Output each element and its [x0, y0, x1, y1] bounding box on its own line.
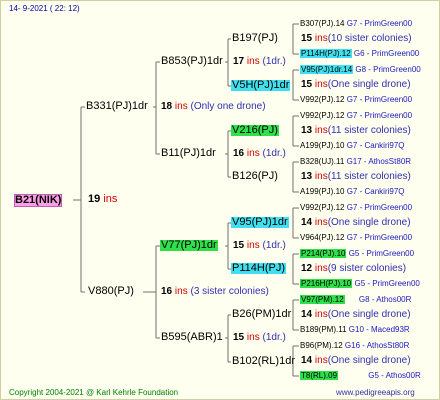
gen1-bottom-queen: V880(PJ) [88, 285, 134, 297]
gen1-bottom-ins: 16 ins (3 sister colonies) [161, 286, 269, 297]
gen2-ins-2: 16 ins (1dr.) [233, 148, 286, 159]
gen3-ins-4: 13 ins(11 sister colonies) [301, 171, 411, 182]
gen1-top-ins: 18 ins (Only one drone) [161, 101, 266, 112]
root-ins: 19 ins [88, 193, 118, 205]
gen3-queen-3: V216(PJ) [231, 124, 279, 136]
gen3-ins-5: 14 ins(One single drone) [301, 217, 411, 228]
gen4-leaf-1: B307(PJ).14 G7 - PrimGreen00 [300, 19, 413, 28]
root-queen: B21(NIK) [14, 194, 63, 207]
gen4-leaf-5: V992(PJ).12 G7 - PrimGreen00 [300, 111, 413, 120]
gen2-queen-2: B11(PJ)1dr [161, 147, 216, 159]
gen3-ins-6: 12 ins(9 sister colonies) [301, 263, 407, 274]
gen4-leaf-14: B189(PM).11 G10 - Maced93R [300, 325, 410, 334]
header-date: 14- 9-2021 ( 22: 12) [9, 4, 80, 13]
gen4-leaf-7: B328(UJ).11 G17 - AthosSt80R [300, 157, 412, 166]
gen4-leaf-8: A199(PJ).10 G7 - Cankiri97Q [300, 187, 405, 196]
gen3-ins-2: 15 ins(One single drone) [301, 79, 411, 90]
gen2-queen-1: B853(PJ)1dr [161, 55, 223, 67]
gen3-ins-3: 13 ins(11 sister colonies) [301, 125, 411, 136]
gen4-leaf-11: P214(PJ).10 G5 - PrimGreen00 [300, 249, 415, 258]
pedigree-chart: 14- 9-2021 ( 22: 12) B21(NIK) 19 ins B33… [0, 0, 440, 400]
gen3-queen-5: V95(PJ)1dr [231, 216, 289, 228]
gen4-leaf-12: P216H(PJ).10 G5 - PrimGreen00 [300, 279, 420, 288]
gen4-leaf-4: V992(PJ).12 G7 - PrimGreen00 [300, 95, 413, 104]
gen3-queen-7: B26(PM)1dr [232, 308, 292, 320]
gen2-queen-3: V77(PJ)1dr [160, 239, 218, 251]
gen4-leaf-10: V964(PJ).12 G7 - PrimGreen00 [300, 233, 413, 242]
gen3-queen-8: B102(RL)1dr [232, 355, 295, 367]
gen2-ins-4: 15 ins (1dr.) [233, 332, 286, 343]
gen4-leaf-16: T8(RL).09 G5 - Athos00R [300, 371, 421, 380]
gen4-leaf-6: A199(PJ).10 G7 - Cankiri97Q [300, 141, 405, 150]
gen4-leaf-9: V992(PJ).12 G7 - PrimGreen00 [300, 203, 413, 212]
gen3-queen-1: B197(PJ) [232, 32, 278, 44]
gen3-queen-6: P114H(PJ) [231, 262, 286, 274]
gen4-leaf-13: V97(PM).12 G8 - Athos00R [300, 295, 412, 304]
footer-copyright: Copyright 2004-2021 @ Karl Kehrle Founda… [9, 388, 179, 397]
gen2-queen-4: B595(ABR)1 [161, 331, 223, 343]
gen4-leaf-3: V95(PJ)1dr.14 G8 - PrimGreen00 [300, 65, 421, 74]
gen3-ins-8: 14 ins(One single drone) [301, 355, 411, 366]
gen2-ins-1: 17 ins (1dr.) [233, 56, 286, 67]
gen2-ins-3: 15 ins (1dr.) [233, 240, 286, 251]
gen3-queen-4: B126(PJ) [232, 170, 278, 182]
gen3-ins-7: 14 ins(One single drone) [301, 309, 411, 320]
gen4-leaf-15: B96(PM).12 G16 - AthosSt80R [300, 341, 410, 350]
gen3-queen-2: V5H(PJ)1dr [231, 79, 291, 91]
gen1-top-queen: B331(PJ)1dr [86, 100, 148, 112]
gen3-ins-1: 15 ins(10 sister colonies) [301, 33, 412, 44]
gen4-leaf-2: P114H(PJ).12 G6 - PrimGreen00 [300, 49, 420, 58]
footer-website[interactable]: www.pedigreeapis.org [336, 389, 415, 397]
